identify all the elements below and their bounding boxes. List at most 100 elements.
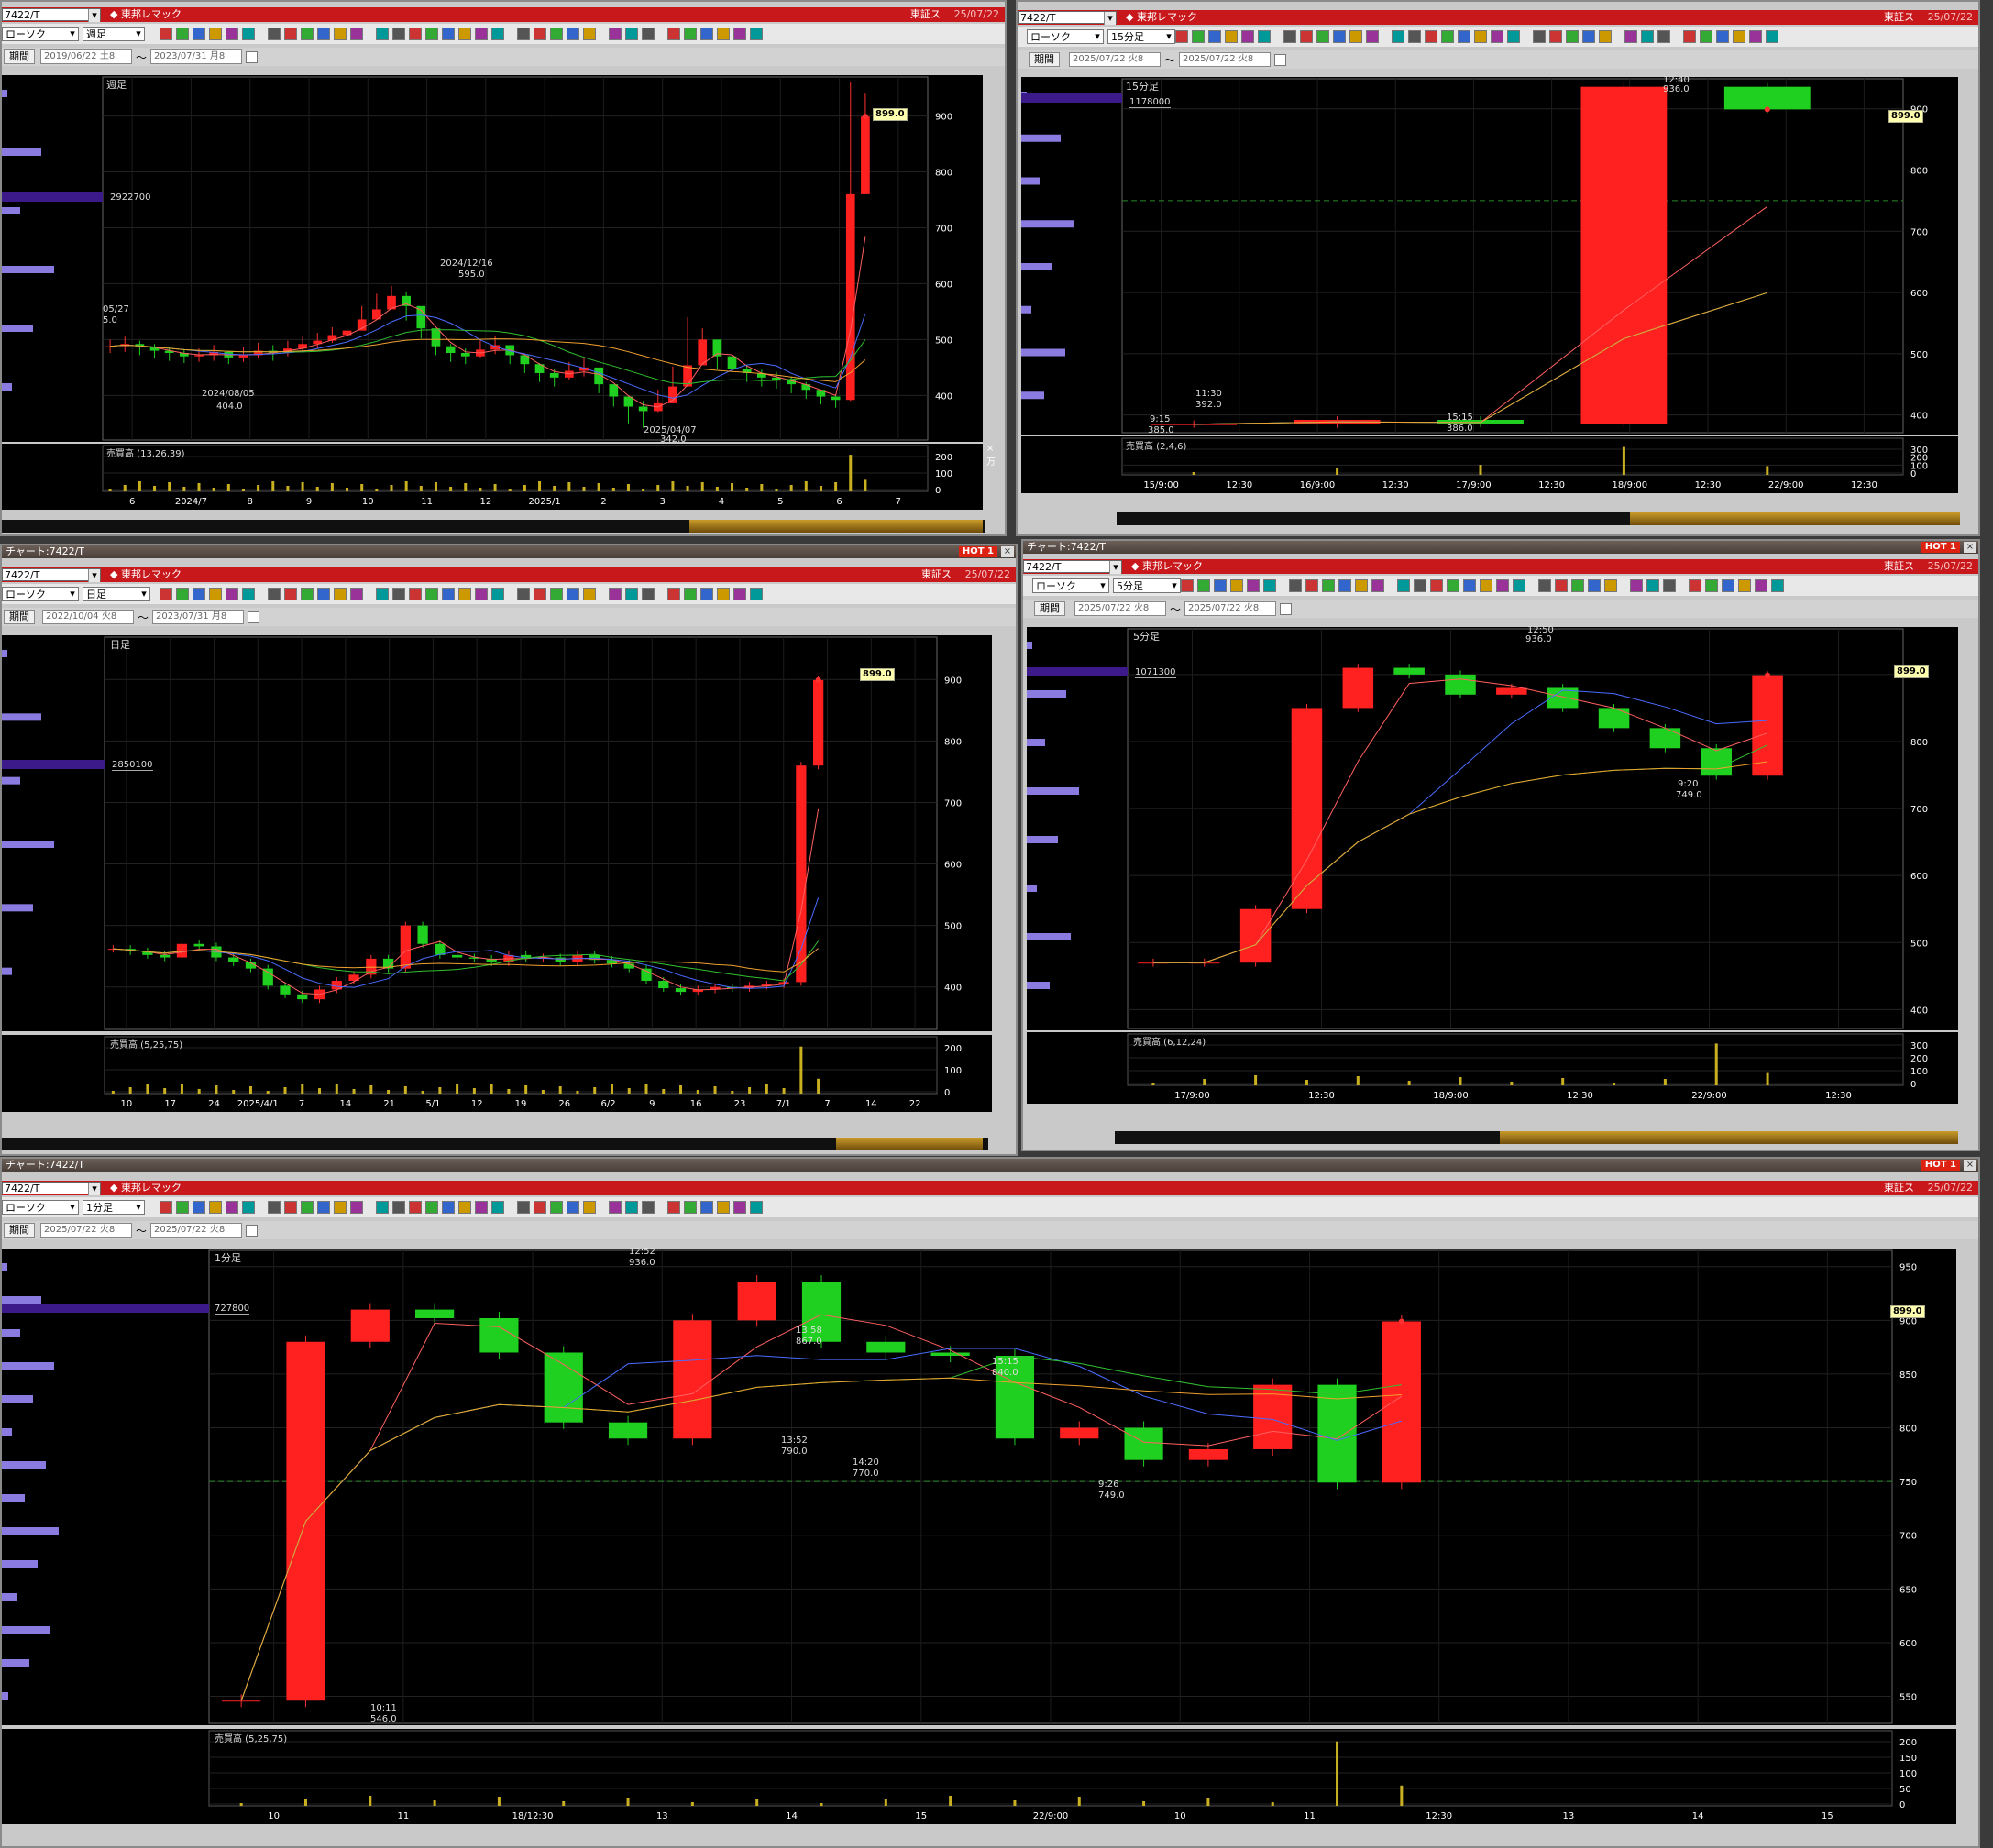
toolbar-icon-button[interactable]: [1689, 579, 1701, 592]
toolbar-icon-button[interactable]: [1366, 30, 1379, 43]
toolbar-icon-button[interactable]: [1716, 30, 1729, 43]
toolbar-icon-button[interactable]: [1738, 579, 1751, 592]
toolbar-icon-button[interactable]: [334, 28, 347, 40]
toolbar-icon-button[interactable]: [1392, 30, 1404, 43]
toolbar-icon-button[interactable]: [1480, 579, 1492, 592]
toolbar-icon-button[interactable]: [1700, 30, 1712, 43]
close-button[interactable]: ×: [1964, 542, 1976, 553]
chart-type-select[interactable]: ローソク: [1027, 29, 1104, 44]
toolbar-icon-button[interactable]: [1705, 579, 1718, 592]
period-button[interactable]: 期間: [4, 610, 35, 624]
scroll-thumb[interactable]: [1500, 1131, 1958, 1144]
toolbar-icon-button[interactable]: [1458, 30, 1470, 43]
toolbar-icon-button[interactable]: [350, 588, 363, 600]
period-to-field[interactable]: 2023/07/31 月8: [152, 610, 244, 624]
toolbar-icon-button[interactable]: [475, 1201, 488, 1214]
toolbar-icon-button[interactable]: [1225, 30, 1238, 43]
symbol-input[interactable]: 7422/T: [2, 1182, 101, 1195]
toolbar-icon-button[interactable]: [550, 28, 563, 40]
timeframe-select[interactable]: 1分足: [83, 1200, 145, 1215]
symbol-input[interactable]: 7422/T: [2, 8, 101, 22]
toolbar-icon-button[interactable]: [458, 28, 471, 40]
chart-type-select[interactable]: ローソク: [1032, 578, 1109, 593]
period-checkbox[interactable]: [246, 1225, 258, 1237]
toolbar-icon-button[interactable]: [642, 1201, 655, 1214]
toolbar-icon-button[interactable]: [1549, 30, 1562, 43]
toolbar-icon-button[interactable]: [301, 588, 314, 600]
toolbar-icon-button[interactable]: [376, 588, 389, 600]
toolbar-icon-button[interactable]: [193, 1201, 205, 1214]
toolbar-icon-button[interactable]: [491, 1201, 504, 1214]
toolbar-icon-button[interactable]: [425, 588, 438, 600]
toolbar-icon-button[interactable]: [350, 28, 363, 40]
toolbar-icon-button[interactable]: [1491, 30, 1503, 43]
toolbar-icon-button[interactable]: [242, 28, 255, 40]
toolbar-icon-button[interactable]: [1192, 30, 1205, 43]
toolbar-icon-button[interactable]: [667, 1201, 680, 1214]
toolbar-icon-button[interactable]: [700, 588, 713, 600]
toolbar-icon-button[interactable]: [1263, 579, 1276, 592]
toolbar-icon-button[interactable]: [700, 1201, 713, 1214]
toolbar-icon-button[interactable]: [1507, 30, 1520, 43]
scroll-thumb[interactable]: [1630, 512, 1960, 525]
toolbar-icon-button[interactable]: [160, 28, 172, 40]
toolbar-icon-button[interactable]: [1441, 30, 1454, 43]
period-from-field[interactable]: 2025/07/22 火8: [1074, 601, 1166, 616]
period-checkbox[interactable]: [248, 611, 259, 623]
toolbar-icon-button[interactable]: [242, 588, 255, 600]
period-to-field[interactable]: 2025/07/22 火8: [1184, 601, 1276, 616]
toolbar-icon-button[interactable]: [1397, 579, 1410, 592]
toolbar-icon-button[interactable]: [226, 588, 238, 600]
period-to-field[interactable]: 2025/07/22 火8: [150, 1223, 242, 1238]
toolbar-icon-button[interactable]: [284, 28, 297, 40]
toolbar-icon-button[interactable]: [1425, 30, 1437, 43]
period-button[interactable]: 期間: [1029, 52, 1060, 67]
toolbar-icon-button[interactable]: [1322, 579, 1335, 592]
hot-button[interactable]: HOT 1: [1921, 542, 1960, 553]
toolbar-icon-button[interactable]: [1630, 579, 1643, 592]
toolbar-icon-button[interactable]: [1513, 579, 1525, 592]
toolbar-icon-button[interactable]: [1683, 30, 1696, 43]
period-from-field[interactable]: 2025/07/22 火8: [40, 1223, 132, 1238]
chart-type-select[interactable]: ローソク: [2, 1200, 79, 1215]
toolbar-icon-button[interactable]: [625, 1201, 638, 1214]
toolbar-icon-button[interactable]: [1289, 579, 1302, 592]
toolbar-icon-button[interactable]: [1641, 30, 1654, 43]
toolbar-icon-button[interactable]: [1733, 30, 1745, 43]
toolbar-icon-button[interactable]: [1338, 579, 1351, 592]
period-button[interactable]: 期間: [4, 50, 35, 64]
toolbar-icon-button[interactable]: [301, 1201, 314, 1214]
timeframe-select[interactable]: 日足: [83, 587, 150, 601]
toolbar-icon-button[interactable]: [1247, 579, 1260, 592]
toolbar-icon-button[interactable]: [409, 588, 422, 600]
toolbar-icon-button[interactable]: [1447, 579, 1459, 592]
toolbar-icon-button[interactable]: [491, 28, 504, 40]
toolbar-icon-button[interactable]: [160, 588, 172, 600]
toolbar-icon-button[interactable]: [642, 588, 655, 600]
toolbar-icon-button[interactable]: [567, 1201, 579, 1214]
toolbar-icon-button[interactable]: [1305, 579, 1318, 592]
toolbar-icon-button[interactable]: [1604, 579, 1617, 592]
toolbar-icon-button[interactable]: [625, 28, 638, 40]
toolbar-icon-button[interactable]: [268, 28, 281, 40]
toolbar-icon-button[interactable]: [491, 588, 504, 600]
toolbar-icon-button[interactable]: [409, 28, 422, 40]
toolbar-icon-button[interactable]: [1474, 30, 1487, 43]
toolbar-icon-button[interactable]: [1230, 579, 1243, 592]
chart-type-select[interactable]: ローソク: [2, 587, 79, 601]
period-from-field[interactable]: 2025/07/22 火8: [1069, 52, 1161, 67]
toolbar-icon-button[interactable]: [534, 588, 546, 600]
volume-plot[interactable]: 200 150 100 50 0 10 11 18/12:30 13 14 15 22/9:00 10 1…: [2, 1729, 1956, 1824]
toolbar-icon-button[interactable]: [1181, 579, 1194, 592]
toolbar-icon-button[interactable]: [1646, 579, 1659, 592]
toolbar-icon-button[interactable]: [642, 28, 655, 40]
toolbar-icon-button[interactable]: [1258, 30, 1271, 43]
toolbar-icon-button[interactable]: [733, 1201, 746, 1214]
price-plot[interactable]: 900800700600500400 5分足 1071300 899.0 12:…: [1027, 625, 1958, 1030]
toolbar-icon-button[interactable]: [209, 28, 222, 40]
toolbar-icon-button[interactable]: [1722, 579, 1734, 592]
toolbar-icon-button[interactable]: [609, 1201, 622, 1214]
toolbar-icon-button[interactable]: [667, 28, 680, 40]
period-button[interactable]: 期間: [1034, 601, 1065, 616]
period-to-field[interactable]: 2025/07/22 火8: [1179, 52, 1271, 67]
